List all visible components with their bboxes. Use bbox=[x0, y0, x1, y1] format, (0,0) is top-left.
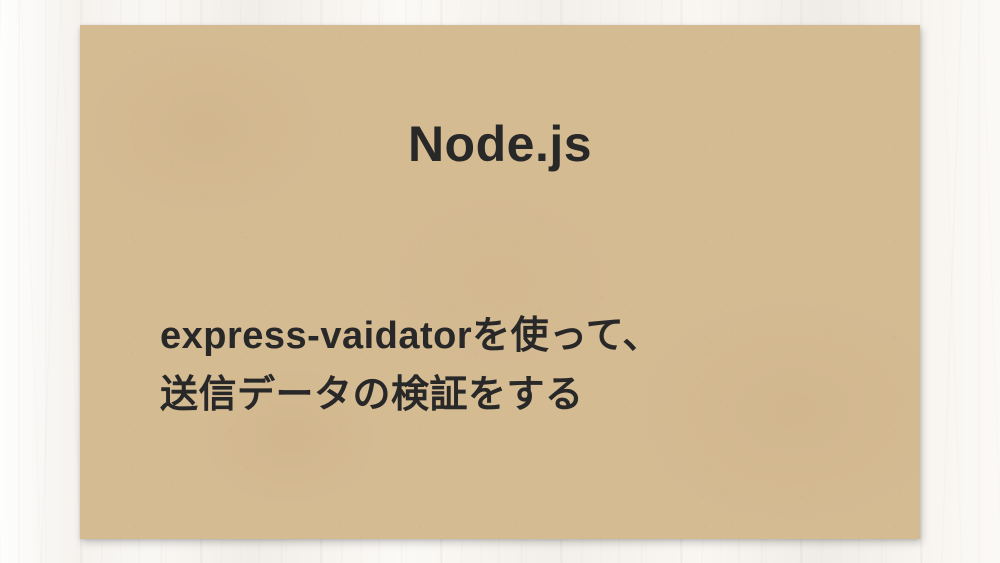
card-subtitle: express-vaidatorを使って、 送信データの検証をする bbox=[160, 307, 860, 425]
subtitle-line-2: 送信データの検証をする bbox=[160, 374, 584, 416]
content-card: Node.js express-vaidatorを使って、 送信データの検証をす… bbox=[80, 25, 920, 539]
subtitle-line-1: express-vaidatorを使って、 bbox=[160, 315, 661, 357]
card-title: Node.js bbox=[80, 115, 920, 173]
